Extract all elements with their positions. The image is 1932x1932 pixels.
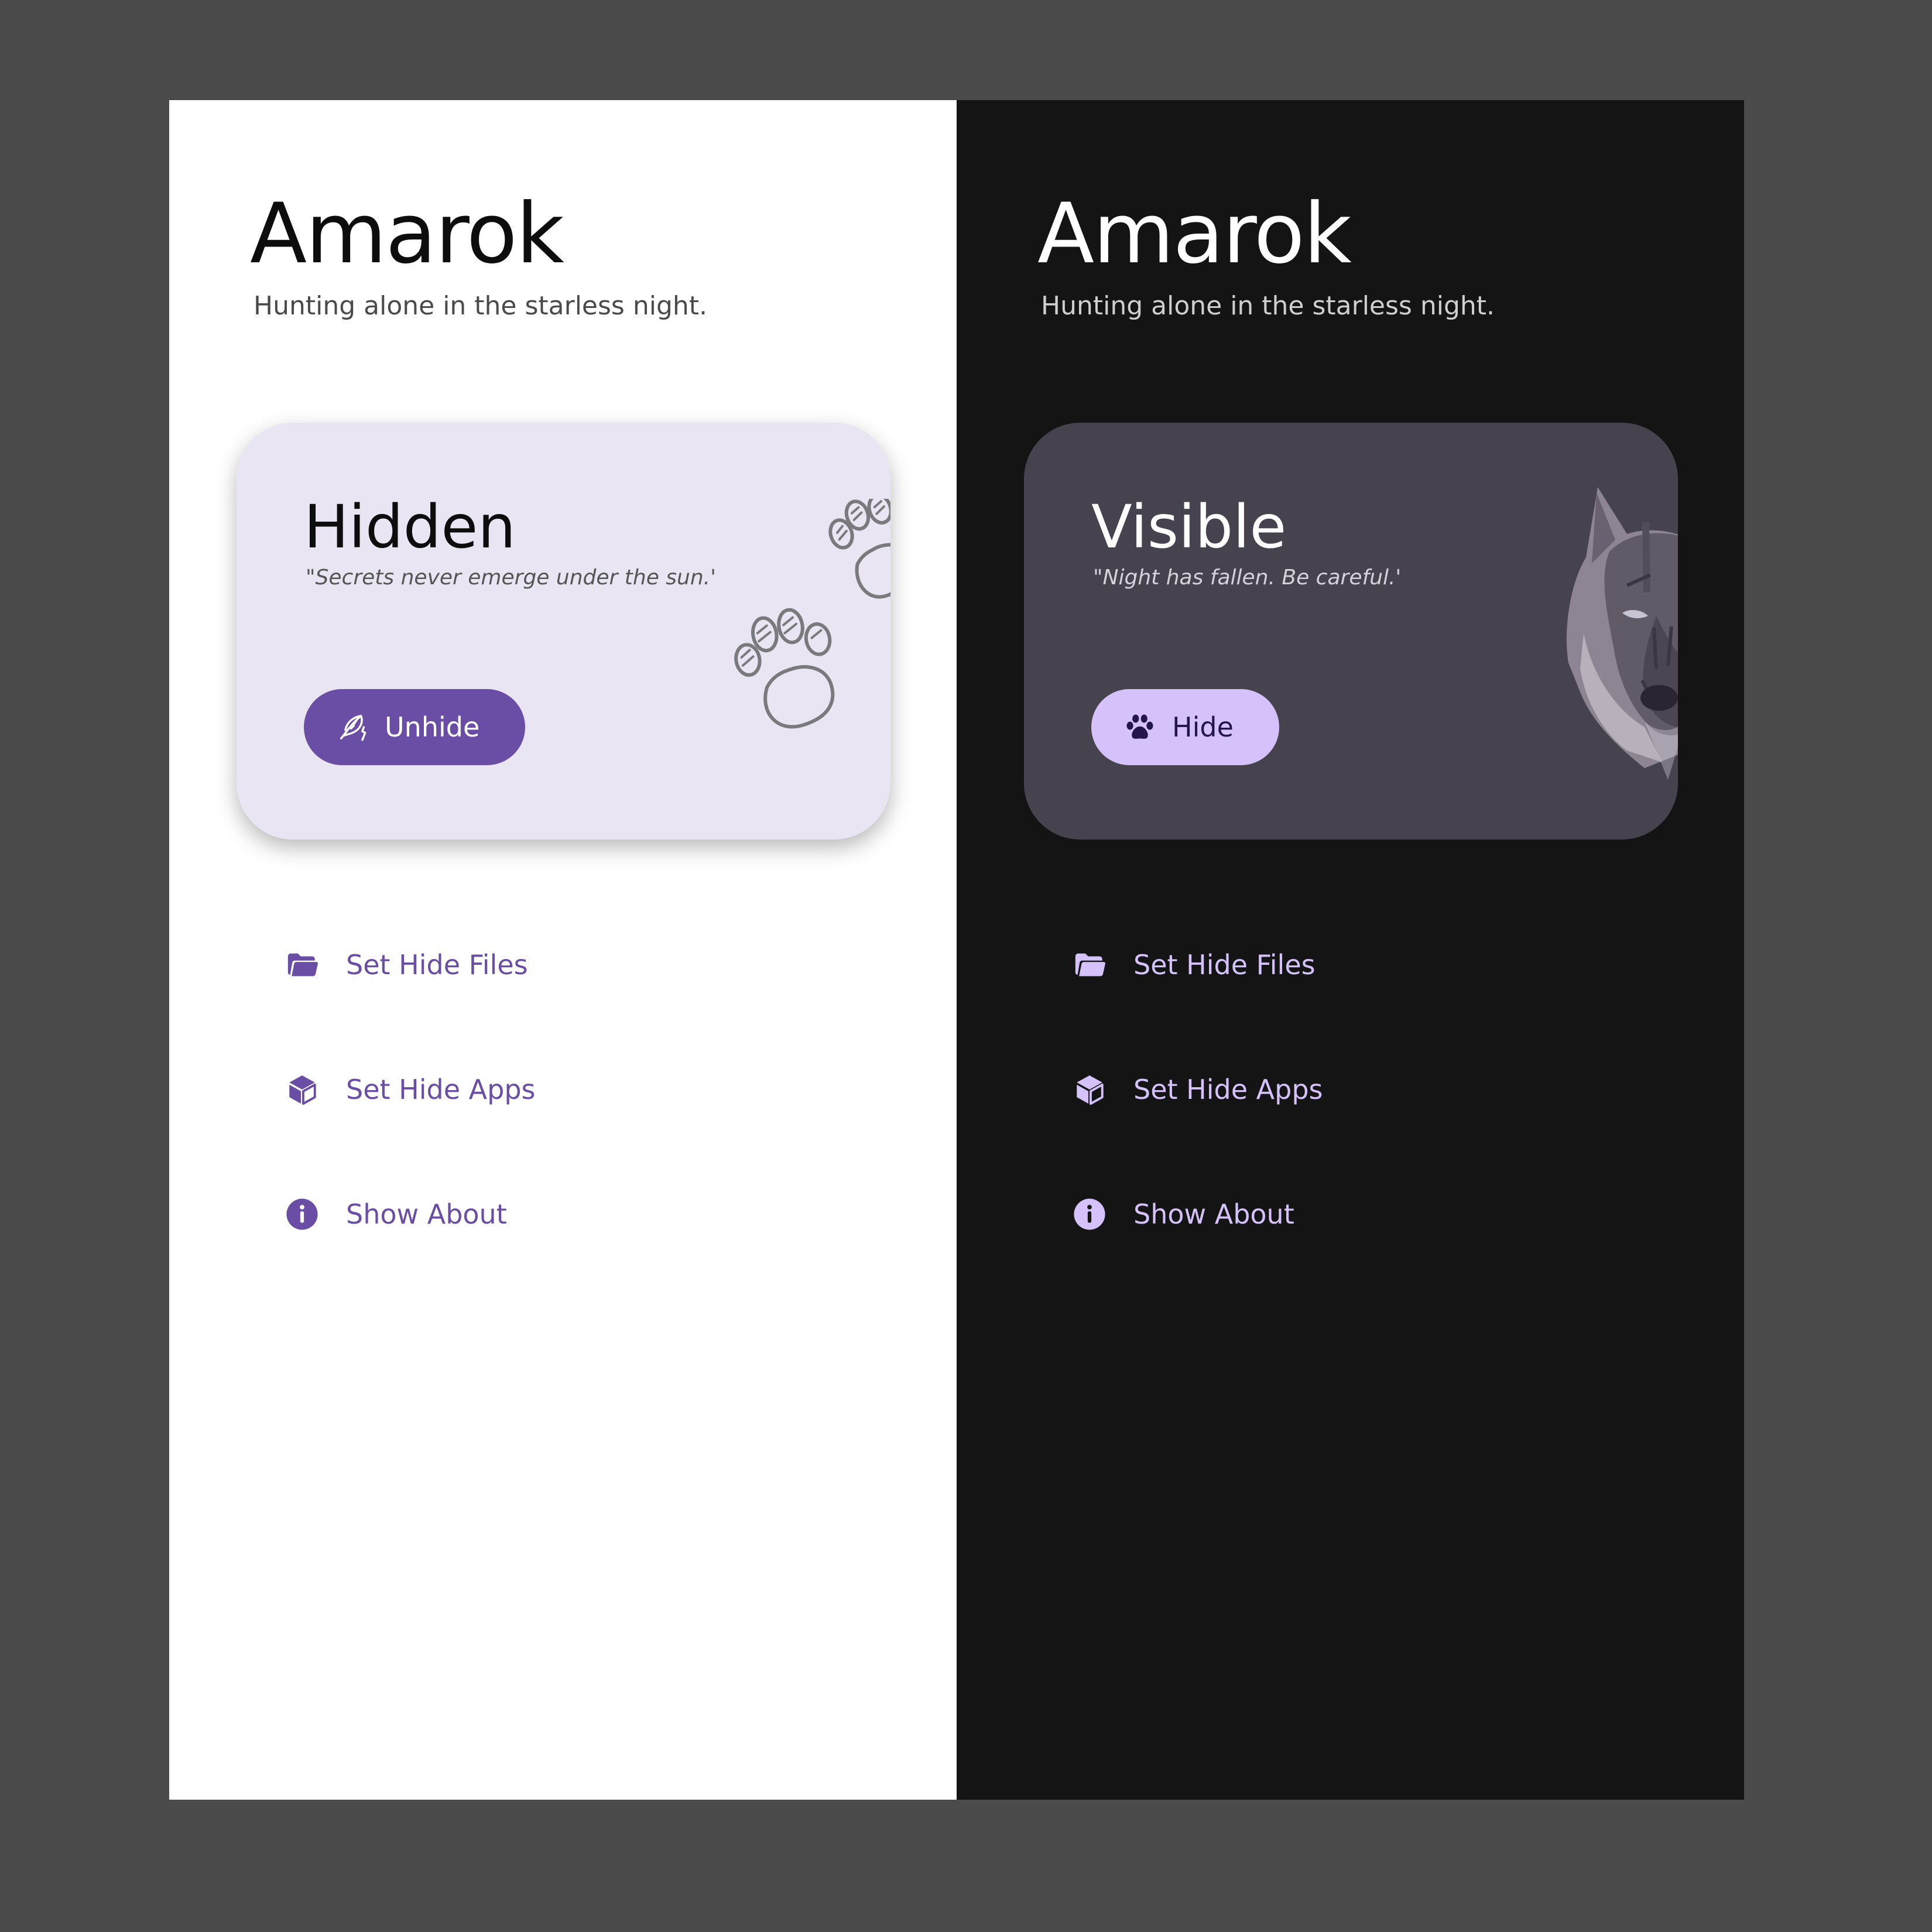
paw-prints-icon — [734, 499, 890, 729]
show-about-item[interactable]: Show About — [285, 1191, 507, 1238]
status-quote: "Night has fallen. Be careful.' — [1093, 566, 1402, 590]
app-subtitle: Hunting alone in the starless night. — [1041, 291, 1495, 321]
set-hide-apps-item[interactable]: Set Hide Apps — [1073, 1066, 1323, 1113]
app-title: Amarok — [250, 186, 564, 282]
hide-button-label: Hide — [1172, 711, 1234, 743]
unhide-button[interactable]: Unhide — [304, 689, 526, 765]
menu-label: Set Hide Files — [346, 949, 528, 981]
folder-icon — [1075, 953, 1105, 977]
wolf-head-icon — [1566, 487, 1678, 780]
set-hide-files-item[interactable]: Set Hide Files — [285, 941, 528, 988]
folder-icon — [287, 953, 318, 977]
dark-theme-screen: Amarok Hunting alone in the starless nig… — [957, 100, 1744, 1800]
cube-icon — [1077, 1075, 1104, 1105]
set-hide-apps-item[interactable]: Set Hide Apps — [285, 1066, 535, 1113]
status-card: Hidden "Secrets never emerge under the s… — [237, 423, 890, 840]
status-title: Hidden — [304, 492, 516, 562]
light-theme-screen: Amarok Hunting alone in the starless nig… — [169, 100, 957, 1800]
cube-icon — [289, 1075, 316, 1105]
info-icon — [286, 1198, 318, 1230]
hide-button[interactable]: Hide — [1091, 689, 1279, 765]
set-hide-files-item[interactable]: Set Hide Files — [1073, 941, 1316, 988]
status-title: Visible — [1091, 492, 1287, 562]
menu-label: Show About — [1133, 1198, 1294, 1230]
feather-icon — [340, 714, 366, 741]
menu-label: Set Hide Apps — [346, 1074, 536, 1105]
show-about-item[interactable]: Show About — [1073, 1191, 1294, 1238]
app-subtitle: Hunting alone in the starless night. — [254, 291, 708, 321]
info-icon — [1074, 1198, 1105, 1230]
menu-label: Show About — [346, 1198, 507, 1230]
menu-label: Set Hide Files — [1133, 949, 1316, 981]
paw-icon — [1126, 714, 1153, 739]
app-title: Amarok — [1037, 186, 1352, 282]
status-quote: "Secrets never emerge under the sun.' — [306, 566, 717, 590]
unhide-button-label: Unhide — [385, 711, 480, 743]
status-card: Visible "Night has fallen. Be careful.' … — [1024, 423, 1678, 840]
menu-label: Set Hide Apps — [1133, 1074, 1323, 1105]
